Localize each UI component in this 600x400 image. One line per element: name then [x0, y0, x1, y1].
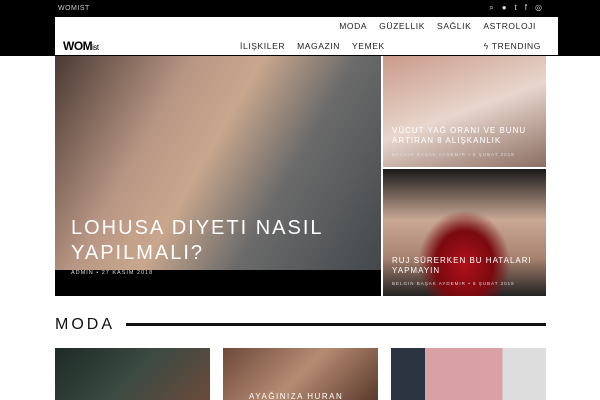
side-card-title[interactable]: VÜCUT YAĞ ORANI VE BUNU ARTIRAN 8 ALIŞKA…	[392, 126, 546, 146]
facebook-icon[interactable]: f	[525, 3, 527, 13]
nav-yemek[interactable]: YEMEK	[352, 41, 385, 51]
logo-sub: ist	[92, 43, 99, 52]
secondary-nav: İLIŞKILER MAGAZIN YEMEK	[240, 41, 385, 51]
nav-astroloji[interactable]: ASTROLOJI	[483, 21, 536, 31]
section-title: MODA	[55, 316, 115, 333]
instagram-icon[interactable]: ◎	[535, 3, 542, 13]
side-card-meta: BELGIN BAŞAK AYDEMIR • 8 ŞUBAT 2018	[392, 281, 515, 286]
bolt-icon: ϟ	[483, 41, 492, 51]
twitter-icon[interactable]: t	[515, 3, 517, 13]
author[interactable]: BELGIN BAŞAK AYDEMIR	[392, 281, 466, 286]
date: 8 ŞUBAT 2018	[473, 152, 515, 157]
nav-iliskiler[interactable]: İLIŞKILER	[240, 41, 285, 51]
featured-main-card[interactable]: LOHUSA DIYETI NASIL YAPILMALI? ADMIN • 2…	[55, 56, 381, 296]
search-icon[interactable]: ⌕	[489, 3, 493, 13]
side-card-meta: BELGIN BAŞAK AYDEMIR • 8 ŞUBAT 2018	[392, 152, 515, 157]
nav-magazin[interactable]: MAGAZIN	[297, 41, 340, 51]
social-icons: ⌕ ● t f ◎	[489, 3, 542, 13]
primary-nav: MODA GÜZELLIK SAĞLIK ASTROLOJI	[339, 21, 536, 31]
nav-moda[interactable]: MODA	[339, 21, 367, 31]
header: WOMist MODA GÜZELLIK SAĞLIK ASTROLOJI İL…	[55, 17, 558, 55]
moda-card[interactable]	[55, 348, 210, 400]
date: 8 ŞUBAT 2018	[473, 281, 515, 286]
side-card-title[interactable]: RUJ SÜRERKEN BU HATALARI YAPMAYIN	[392, 256, 546, 276]
trending-link[interactable]: ϟ TRENDING	[484, 41, 541, 51]
user-icon[interactable]: ●	[502, 3, 507, 13]
section-divider	[126, 323, 546, 326]
site-name[interactable]: WOMIST	[58, 5, 90, 12]
trending-label: TRENDING	[491, 41, 541, 51]
logo-main: WOM	[63, 39, 93, 53]
moda-card[interactable]: AYAĞINIZA HURAN	[223, 348, 378, 400]
author[interactable]: BELGIN BAŞAK AYDEMIR	[392, 152, 466, 157]
nav-guzellik[interactable]: GÜZELLIK	[379, 21, 425, 31]
author[interactable]: ADMIN	[71, 270, 94, 276]
featured-side-card[interactable]: VÜCUT YAĞ ORANI VE BUNU ARTIRAN 8 ALIŞKA…	[383, 56, 546, 167]
featured-main-meta: ADMIN • 27 KASIM 2018	[71, 270, 154, 276]
moda-card[interactable]	[391, 348, 546, 400]
featured-main-title[interactable]: LOHUSA DIYETI NASIL YAPILMALI?	[71, 216, 381, 266]
moda-card-title[interactable]: AYAĞINIZA HURAN	[249, 392, 343, 400]
nav-saglik[interactable]: SAĞLIK	[437, 21, 471, 31]
featured-side-card[interactable]: RUJ SÜRERKEN BU HATALARI YAPMAYIN BELGIN…	[383, 169, 546, 296]
logo[interactable]: WOMist	[63, 39, 99, 53]
date: 27 KASIM 2018	[101, 270, 154, 276]
